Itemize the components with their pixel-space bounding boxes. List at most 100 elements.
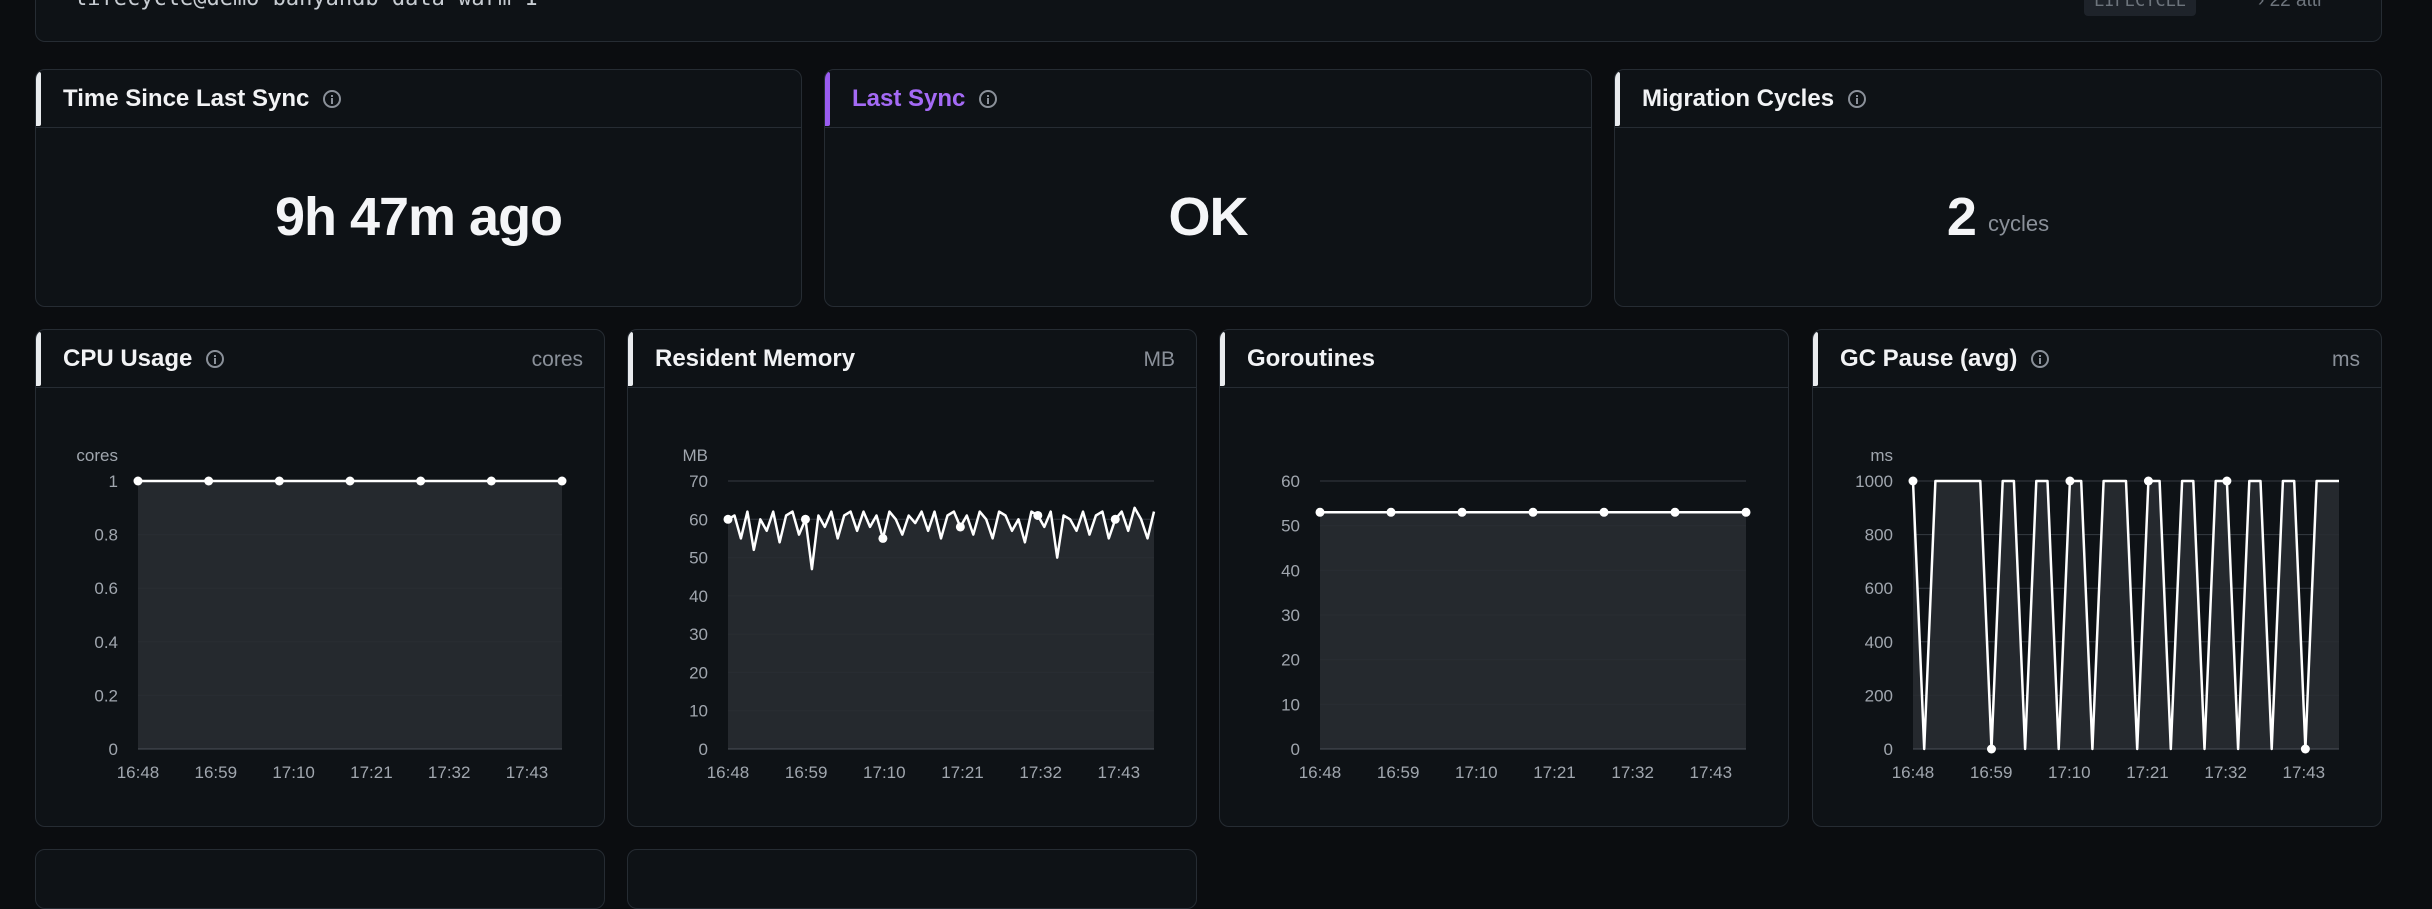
panel-unit: ms: [2332, 348, 2360, 371]
y-tick-label: 10: [689, 702, 708, 721]
data-point: [133, 476, 143, 486]
info-icon[interactable]: [323, 89, 342, 108]
data-point: [204, 476, 214, 486]
x-tick-label: 17:32: [2204, 763, 2247, 782]
x-tick-label: 16:59: [1970, 763, 2013, 782]
data-point: [486, 476, 496, 486]
cpu-usage-chart: 0 0.2 0.4 0.6 0.8 1 cores 16:48 16:59 17:10 17:21 1…: [76, 446, 567, 782]
stat-body: 2 cycles: [1615, 128, 2381, 306]
x-tick-label: 17:43: [1098, 763, 1141, 782]
y-tick-label: 40: [689, 587, 708, 606]
panel-header: Migration Cycles: [1615, 70, 2381, 128]
stat-panel-last-sync: Last Sync OK: [824, 69, 1592, 307]
info-icon[interactable]: [2031, 349, 2050, 368]
panel-title: GC Pause (avg): [1840, 344, 2018, 372]
y-tick-label: 70: [689, 472, 708, 491]
panel-title: CPU Usage: [63, 344, 193, 372]
x-tick-label: 17:32: [1019, 763, 1062, 782]
panel-title: Time Since Last Sync: [63, 84, 310, 112]
x-tick-label: 17:43: [2283, 763, 2326, 782]
y-tick-label: 20: [1281, 651, 1300, 670]
y-tick-label: 40: [1281, 561, 1300, 580]
panel-unit: MB: [1143, 348, 1176, 371]
data-point: [1110, 514, 1120, 524]
data-point: [1741, 507, 1751, 517]
x-tick-label: 17:43: [506, 763, 549, 782]
y-tick-label: 600: [1865, 579, 1893, 598]
data-point: [274, 476, 284, 486]
stat-body: OK: [825, 128, 1591, 306]
data-point: [1670, 507, 1680, 517]
y-axis-unit: ms: [1870, 446, 1893, 465]
data-point: [2300, 744, 2310, 754]
info-icon[interactable]: [1848, 89, 1867, 108]
data-point: [416, 476, 426, 486]
attr-toggle[interactable]: › 22 attr: [2258, 0, 2323, 12]
data-point: [1908, 476, 1918, 486]
x-tick-label: 17:21: [2126, 763, 2169, 782]
data-point: [1599, 507, 1609, 517]
y-tick-label: 60: [1281, 472, 1300, 491]
y-tick-label: 0.4: [94, 633, 118, 652]
panel-accent: [1615, 72, 1620, 126]
y-tick-label: 1000: [1855, 472, 1893, 491]
x-tick-label: 17:10: [272, 763, 315, 782]
data-point: [2143, 476, 2153, 486]
x-tick-label: 17:10: [2048, 763, 2091, 782]
y-tick-label: 0.8: [94, 526, 118, 545]
stat-body: 9h 47m ago: [36, 128, 801, 306]
x-tick-label: 17:43: [1690, 763, 1733, 782]
panel-accent: [628, 332, 633, 386]
panel-header: GC Pause (avg): [1813, 330, 2381, 388]
x-tick-label: 16:48: [117, 763, 160, 782]
goroutines-chart: 0 10 20 30 40 50 60 16:48 16:59 17:10 17:21 17:32 17…: [1281, 472, 1751, 782]
y-tick-label: 0.6: [94, 579, 118, 598]
data-point: [1986, 744, 1996, 754]
x-tick-label: 17:21: [350, 763, 393, 782]
chart-panel-next-2: [627, 849, 1197, 909]
y-tick-label: 50: [1281, 517, 1300, 536]
x-tick-label: 16:48: [707, 763, 750, 782]
data-point: [557, 476, 567, 486]
y-tick-label: 50: [689, 549, 708, 568]
y-tick-label: 400: [1865, 633, 1893, 652]
y-tick-label: 1: [109, 472, 118, 491]
stat-unit: cycles: [1987, 211, 2050, 236]
data-point: [800, 514, 810, 524]
gc-pause-chart: 0 200 400 600 800 1000 ms 16:48 16:59 17:10 17:21 1…: [1855, 446, 2339, 782]
y-tick-label: 0: [1291, 740, 1300, 759]
y-tick-label: 800: [1865, 526, 1893, 545]
data-point: [1033, 510, 1043, 520]
data-point: [723, 514, 733, 524]
data-point: [1315, 507, 1325, 517]
y-tick-label: 0.2: [94, 686, 118, 705]
data-point: [878, 533, 888, 543]
panel-header: Resident Memory: [628, 330, 1196, 388]
y-axis-unit: MB: [683, 446, 709, 465]
data-point: [955, 522, 965, 532]
chart-panel-goroutines: Goroutines 0 10 20 30 40 50 60 16:48 16:59 17:10 1…: [1219, 329, 1789, 827]
chart-panel-next-1: [35, 849, 605, 909]
y-tick-label: 200: [1865, 686, 1893, 705]
panel-unit: cores: [531, 348, 583, 371]
data-point: [1457, 507, 1467, 517]
x-tick-label: 16:48: [1299, 763, 1342, 782]
chart-panel-resident-memory: Resident Memory MB 0 10 20 30 40 50 60 70 MB 16:4…: [627, 329, 1197, 827]
panel-accent: [36, 72, 41, 126]
y-tick-label: 30: [689, 625, 708, 644]
data-point: [345, 476, 355, 486]
y-axis-unit: cores: [76, 446, 118, 465]
panel-accent: [1220, 332, 1225, 386]
y-tick-label: 60: [689, 510, 708, 529]
lifecycle-badge: LIFECYCLE: [2084, 0, 2197, 16]
panel-header: CPU Usage: [36, 330, 604, 388]
info-icon[interactable]: [979, 89, 998, 108]
stat-panel-time-since-sync: Time Since Last Sync 9h 47m ago: [35, 69, 802, 307]
x-tick-label: 17:21: [941, 763, 984, 782]
y-tick-label: 10: [1281, 695, 1300, 714]
panel-header: Time Since Last Sync: [36, 70, 801, 128]
stat-value: 9h 47m ago: [274, 187, 563, 247]
y-tick-label: 20: [689, 663, 708, 682]
info-icon[interactable]: [206, 349, 225, 368]
data-point: [2065, 476, 2075, 486]
